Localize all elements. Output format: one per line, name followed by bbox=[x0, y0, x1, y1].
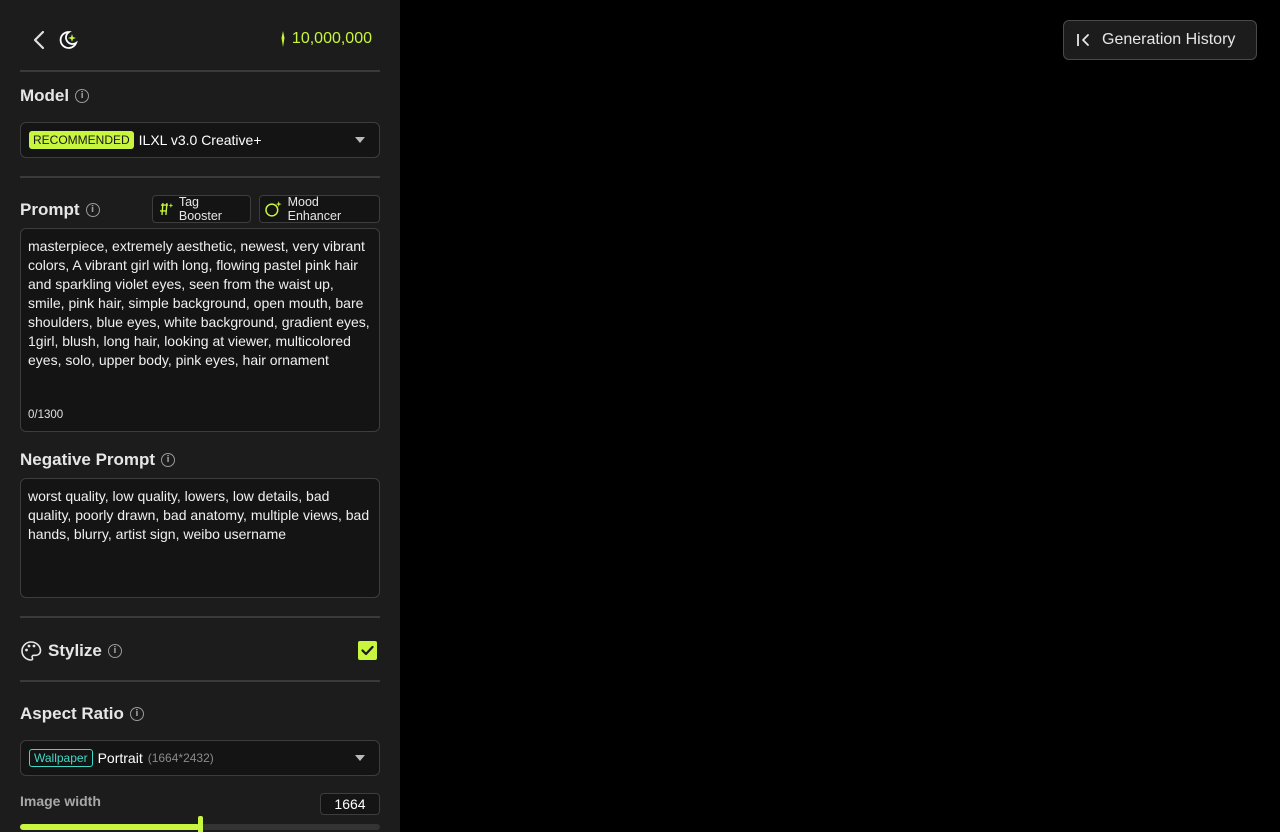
negative-prompt-label: Negative Prompt i bbox=[20, 450, 176, 470]
divider bbox=[20, 70, 380, 72]
prompt-input[interactable]: masterpiece, extremely aesthetic, newest… bbox=[20, 228, 380, 432]
chevron-down-icon bbox=[355, 755, 365, 761]
chevron-left-icon bbox=[33, 30, 45, 50]
stylize-label: Stylize i bbox=[20, 640, 122, 662]
collapse-left-icon bbox=[1077, 34, 1089, 46]
prompt-text: masterpiece, extremely aesthetic, newest… bbox=[28, 238, 370, 368]
aspect-ratio-select[interactable]: Wallpaper Portrait (1664*2432) bbox=[20, 740, 380, 776]
divider bbox=[20, 680, 380, 682]
image-width-slider[interactable] bbox=[20, 816, 380, 832]
info-icon[interactable]: i bbox=[85, 203, 100, 217]
image-width-label: Image width bbox=[20, 793, 101, 809]
model-select[interactable]: RECOMMENDED ILXL v3.0 Creative+ bbox=[20, 122, 380, 158]
credits-balance: 10,000,000 bbox=[278, 30, 372, 48]
mood-enhancer-button[interactable]: Mood Enhancer bbox=[259, 195, 380, 223]
slider-fill bbox=[20, 824, 200, 830]
prompt-char-counter: 0/1300 bbox=[28, 409, 64, 421]
recommended-badge: RECOMMENDED bbox=[29, 131, 134, 149]
check-icon bbox=[361, 645, 374, 656]
model-label: Model i bbox=[20, 86, 90, 106]
settings-panel: 10,000,000 Model i RECOMMENDED ILXL v3.0… bbox=[0, 0, 400, 832]
aspect-ratio-dimensions: (1664*2432) bbox=[147, 751, 214, 765]
chevron-down-icon bbox=[355, 137, 365, 143]
model-selected-value: ILXL v3.0 Creative+ bbox=[138, 132, 262, 148]
negative-prompt-input[interactable]: worst quality, low quality, lowers, low … bbox=[20, 478, 380, 598]
info-icon[interactable]: i bbox=[161, 453, 176, 467]
aspect-ratio-label: Aspect Ratio i bbox=[20, 704, 144, 724]
info-icon[interactable]: i bbox=[129, 707, 144, 721]
prompt-label: Prompt i bbox=[20, 200, 100, 220]
top-bar: 10,000,000 bbox=[20, 20, 380, 60]
stylize-checkbox[interactable] bbox=[358, 641, 377, 660]
credits-value: 10,000,000 bbox=[291, 30, 372, 47]
aspect-ratio-selected-value: Portrait bbox=[97, 750, 143, 766]
negative-prompt-text: worst quality, low quality, lowers, low … bbox=[28, 488, 370, 542]
tag-booster-button[interactable]: Tag Booster bbox=[152, 195, 251, 223]
wallpaper-badge: Wallpaper bbox=[29, 749, 93, 767]
back-button[interactable] bbox=[28, 28, 52, 52]
divider bbox=[20, 616, 380, 618]
info-icon[interactable]: i bbox=[107, 644, 122, 658]
hashtag-sparkle-icon bbox=[159, 202, 174, 216]
canvas-area bbox=[400, 0, 1280, 832]
logo-icon bbox=[56, 28, 80, 52]
image-width-input[interactable]: 1664 bbox=[320, 793, 380, 815]
spark-icon bbox=[281, 31, 285, 47]
slider-handle[interactable] bbox=[198, 816, 203, 832]
info-icon[interactable]: i bbox=[75, 89, 90, 103]
palette-icon bbox=[21, 641, 42, 661]
mood-sparkle-icon bbox=[265, 201, 282, 217]
generation-history-button[interactable]: Generation History bbox=[1063, 20, 1257, 60]
divider bbox=[20, 176, 380, 178]
